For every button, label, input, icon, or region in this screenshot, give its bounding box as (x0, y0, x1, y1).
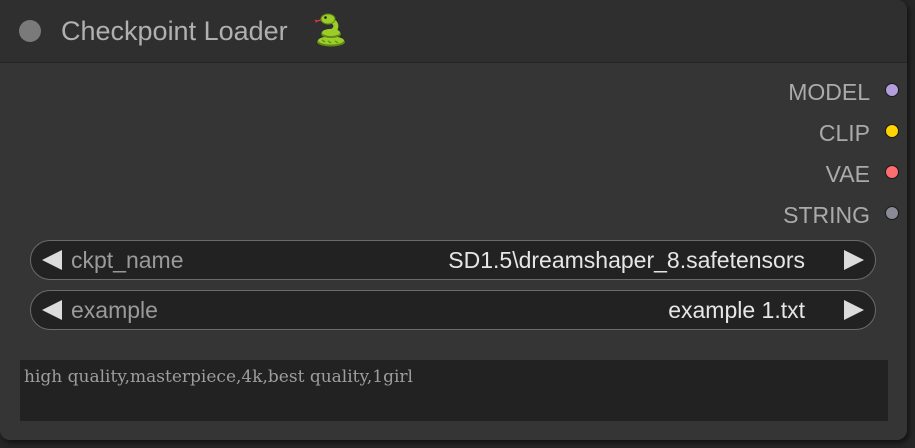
node-title: Checkpoint Loader (61, 16, 288, 46)
ckpt-name-value[interactable]: SD1.5\dreamshaper_8.safetensors (448, 245, 805, 275)
output-label-string: STRING (783, 202, 870, 228)
example-combo[interactable]: example example 1.txt (30, 290, 876, 330)
example-next-arrow-icon[interactable] (844, 300, 864, 320)
ckpt-name-combo[interactable]: ckpt_name SD1.5\dreamshaper_8.safetensor… (30, 240, 876, 280)
output-slot-clip[interactable]: CLIP (607, 113, 907, 151)
output-connector-string-icon[interactable] (885, 206, 899, 220)
example-label: example (71, 297, 158, 323)
ckpt-name-prev-arrow-icon[interactable] (42, 250, 62, 270)
output-connector-model-icon[interactable] (885, 83, 899, 97)
snake-icon (314, 13, 345, 47)
output-label-clip: CLIP (818, 120, 870, 146)
ckpt-name-next-arrow-icon[interactable] (844, 250, 864, 270)
output-connector-clip-icon[interactable] (885, 124, 899, 138)
output-slot-vae[interactable]: VAE (607, 154, 907, 192)
example-prev-arrow-icon[interactable] (42, 300, 62, 320)
collapse-toggle-icon[interactable] (19, 20, 41, 42)
example-value[interactable]: example 1.txt (668, 295, 805, 325)
prompt-text-area[interactable]: high quality,masterpiece,4k,best quality… (20, 360, 888, 421)
output-label-vae: VAE (825, 161, 870, 187)
checkpoint-loader-node[interactable]: Checkpoint Loader MODEL CLIP VAE STRING … (0, 0, 907, 440)
output-slot-model[interactable]: MODEL (607, 72, 907, 110)
graph-canvas[interactable]: Checkpoint Loader MODEL CLIP VAE STRING … (0, 0, 915, 448)
node-title-bar[interactable]: Checkpoint Loader (0, 0, 907, 63)
output-label-model: MODEL (788, 79, 870, 105)
ckpt-name-label: ckpt_name (71, 247, 184, 273)
output-connector-vae-icon[interactable] (885, 165, 899, 179)
output-slot-string[interactable]: STRING (607, 195, 907, 233)
